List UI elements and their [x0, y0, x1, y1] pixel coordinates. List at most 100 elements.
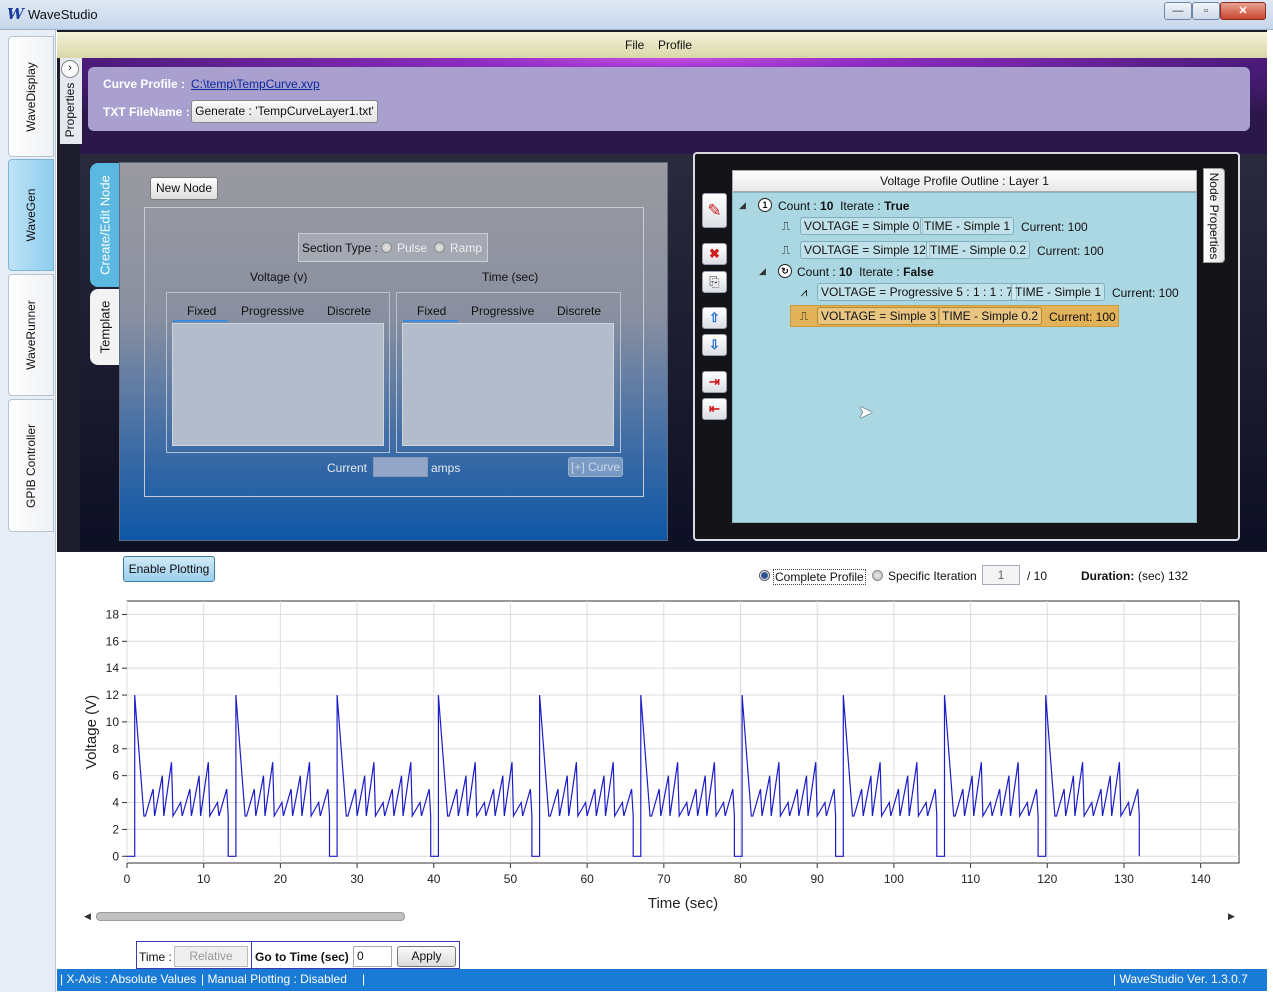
specific-iteration-radio[interactable] — [872, 570, 883, 581]
tab-create-edit-node[interactable]: Create/Edit Node — [90, 163, 120, 287]
time-chip[interactable]: TIME - Simple 0.2 — [938, 307, 1043, 325]
ramp-wave-icon: ⩘ — [800, 285, 808, 299]
group-count-row[interactable]: Count : 10 Iterate : False — [797, 265, 934, 279]
voltage-tab-fixed[interactable]: Fixed — [187, 304, 216, 318]
tab-wavedisplay-label: WaveDisplay — [24, 61, 38, 132]
status-separator: | — [362, 972, 366, 986]
apply-button[interactable]: Apply — [397, 946, 456, 967]
voltage-chip[interactable]: VOLTAGE = Simple 12 — [800, 241, 930, 259]
copy-icon[interactable]: ⎘ — [702, 271, 727, 293]
time-tab-discrete[interactable]: Discrete — [557, 304, 601, 318]
voltage-tab-progressive[interactable]: Progressive — [241, 304, 304, 318]
time-list[interactable] — [402, 323, 614, 446]
x-tick-label: 20 — [274, 872, 288, 886]
delete-icon[interactable]: ✖ — [702, 243, 727, 265]
voltage-chip[interactable]: VOLTAGE = Progressive 5 : 1 : 1 : 7 — [817, 283, 1017, 301]
enable-plotting-button[interactable]: Enable Plotting — [123, 556, 215, 582]
voltage-tab-discrete[interactable]: Discrete — [327, 304, 371, 318]
y-tick-label: 8 — [112, 742, 119, 756]
time-chip[interactable]: TIME - Simple 0.2 — [926, 241, 1031, 259]
specific-iteration-label[interactable]: Specific Iteration — [888, 569, 977, 583]
move-down-icon[interactable]: ⇩ — [702, 334, 727, 356]
menu-profile[interactable]: Profile — [658, 38, 692, 52]
new-node-button[interactable]: New Node — [150, 177, 218, 200]
tab-gpib-controller[interactable]: GPIB Controller — [8, 399, 54, 532]
duration-label: Duration: — [1081, 569, 1135, 583]
count-loop-icon: 1 — [758, 198, 772, 212]
voltage-chip[interactable]: VOLTAGE = Simple 3 — [817, 307, 941, 325]
tab-template-label: Template — [97, 300, 113, 354]
ramp-radio[interactable] — [434, 242, 445, 253]
menu-file[interactable]: File — [625, 38, 644, 52]
time-tab-progressive[interactable]: Progressive — [471, 304, 534, 318]
tab-waverunner[interactable]: WaveRunner — [8, 274, 54, 396]
pulse-label: Pulse — [397, 241, 428, 255]
time-tab-indicator — [403, 320, 458, 322]
outdent-icon[interactable]: ⇤ — [702, 398, 727, 420]
current-text: Current: 100 — [1021, 220, 1088, 234]
complete-profile-radio[interactable] — [759, 570, 770, 581]
x-tick-label: 100 — [884, 872, 904, 886]
complete-profile-label[interactable]: Complete Profile — [773, 569, 866, 585]
current-input[interactable] — [373, 457, 428, 477]
mouse-cursor-icon: ➤ — [858, 402, 874, 422]
iteration-total: / 10 — [1027, 569, 1048, 583]
voltage-chart[interactable]: 0 10 20 30 40 50 60 70 80 90 100 110 120 130 140 0 2 4 6 8 1… — [80, 595, 1250, 915]
goto-time-input[interactable]: 0 — [353, 946, 392, 967]
title-bar — [0, 0, 1273, 30]
status-version: | WaveStudio Ver. 1.3.0.7 — [1113, 972, 1248, 986]
collapse-icon[interactable]: ◢ — [759, 266, 766, 277]
iteration-input[interactable]: 1 — [982, 565, 1020, 585]
pulse-wave-icon: ⎍ — [781, 243, 791, 257]
x-tick-label: 130 — [1114, 872, 1134, 886]
add-curve-button[interactable]: [+] Curve — [568, 457, 623, 477]
y-tick-label: 6 — [112, 769, 119, 783]
x-tick-label: 140 — [1191, 872, 1211, 886]
tab-template[interactable]: Template — [90, 289, 120, 365]
move-up-icon[interactable]: ⇧ — [702, 307, 727, 329]
voltage-chip[interactable]: VOLTAGE = Simple 0 — [800, 217, 924, 235]
section-type-label: Section Type : — [302, 241, 378, 255]
window-title: WaveStudio — [28, 7, 98, 22]
x-tick-label: 80 — [734, 872, 748, 886]
y-tick-label: 2 — [112, 822, 119, 836]
app-logo-icon: W — [7, 5, 24, 23]
time-tab-fixed[interactable]: Fixed — [417, 304, 446, 318]
curve-profile-label: Curve Profile : — [103, 77, 186, 91]
y-tick-label: 16 — [106, 634, 120, 648]
x-tick-label: 120 — [1037, 872, 1057, 886]
properties-tab[interactable]: Properties — [63, 83, 77, 138]
x-axis-label: Time (sec) — [648, 895, 718, 912]
edit-icon[interactable]: ✎ — [702, 193, 727, 228]
x-tick-label: 110 — [961, 872, 980, 886]
node-properties-label: Node Properties — [1207, 172, 1221, 259]
x-tick-label: 30 — [350, 872, 364, 886]
indent-icon[interactable]: ⇥ — [702, 371, 727, 393]
tab-wavedisplay[interactable]: WaveDisplay — [8, 36, 54, 157]
collapse-icon[interactable]: ◢ — [739, 200, 746, 211]
time-chip[interactable]: TIME - Simple 1 — [1011, 283, 1106, 301]
y-tick-label: 0 — [112, 849, 119, 863]
current-text: Current: 100 — [1112, 286, 1179, 300]
ramp-label: Ramp — [450, 241, 483, 255]
tab-wavegen[interactable]: WaveGen — [8, 159, 54, 271]
curve-profile-link[interactable]: C:\temp\TempCurve.xvp — [191, 77, 320, 91]
horizontal-scrollbar-thumb[interactable] — [96, 912, 405, 921]
scroll-left-icon[interactable]: ◀ — [84, 911, 91, 922]
y-axis-label: Voltage (V) — [83, 695, 100, 769]
group-count-row[interactable]: Count : 10 Iterate : True — [778, 199, 909, 213]
generate-button[interactable]: Generate : 'TempCurveLayer1.txt' — [191, 100, 378, 123]
maximize-button[interactable]: ▫ — [1192, 2, 1220, 20]
close-button[interactable]: ✕ — [1220, 2, 1266, 20]
relative-button[interactable]: Relative — [174, 946, 248, 967]
minimize-button[interactable]: — — [1164, 2, 1192, 20]
scroll-right-icon[interactable]: ▶ — [1228, 911, 1235, 922]
chevron-right-icon[interactable]: › — [61, 60, 79, 78]
tab-waverunner-label: WaveRunner — [24, 300, 38, 370]
voltage-list[interactable] — [172, 323, 384, 446]
tab-wavegen-label: WaveGen — [24, 188, 38, 242]
node-properties-tab[interactable]: Node Properties — [1203, 168, 1225, 263]
time-chip[interactable]: TIME - Simple 1 — [920, 217, 1015, 235]
txt-filename-label: TXT FileName : — [103, 105, 190, 119]
pulse-radio[interactable] — [381, 242, 392, 253]
